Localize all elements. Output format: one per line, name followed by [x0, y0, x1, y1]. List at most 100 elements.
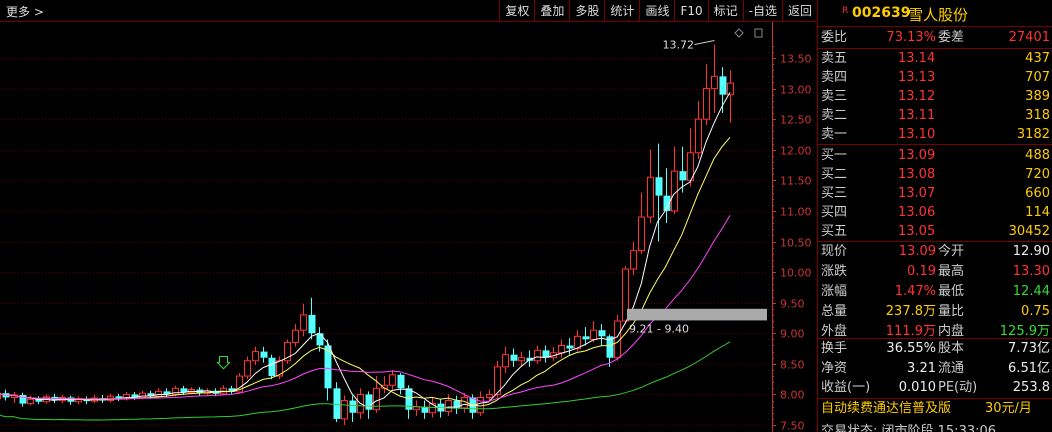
diamond-icon — [734, 28, 744, 38]
price-tick-label: 10.50 — [780, 237, 812, 250]
ask-row[interactable]: 卖四 13.13 707 — [818, 68, 1052, 88]
candle-body-down — [349, 400, 357, 413]
draw-line-button[interactable]: 画线 — [639, 0, 674, 22]
ad-price[interactable]: 30元/月 — [985, 399, 1032, 419]
liutong-label: 流通 — [938, 361, 965, 376]
candle-body-down — [268, 357, 276, 377]
candle-body-up — [300, 314, 307, 331]
ask-level-label: 卖三 — [821, 89, 848, 104]
huanshou-value: 36.55% — [886, 341, 936, 356]
ask-volume: 389 — [1025, 89, 1050, 104]
chart-toolbar: 更多 > 复权 叠加 多股 统计 画线 F10 标记 -自选 返回 — [0, 0, 817, 22]
quote-panel: R 002639 雪人股份 委比 73.13% 委差 27401 卖五 13.14… — [817, 0, 1052, 432]
guben-value: 7.73亿 — [1008, 341, 1050, 356]
price-tick-label: 7.50 — [780, 420, 805, 432]
candle-body-down — [566, 345, 574, 349]
candle-body-up — [155, 390, 162, 397]
candle-body-up — [172, 387, 179, 395]
weicha-value: 27401 — [1008, 30, 1050, 45]
candle-body-up — [711, 75, 718, 90]
bid-row[interactable]: 买三 13.07 660 — [818, 184, 1052, 204]
mark-button[interactable]: 标记 — [707, 0, 743, 22]
price-tick-label: 8.50 — [780, 359, 805, 372]
multi-stock-button[interactable]: 多股 — [569, 0, 604, 22]
bid-price: 13.05 — [898, 224, 936, 239]
ask-volume: 318 — [1025, 108, 1050, 123]
ask-row[interactable]: 卖二 13.11 318 — [818, 106, 1052, 126]
candle-body-up — [486, 393, 493, 398]
bid-volume: 660 — [1025, 186, 1050, 201]
guben-label: 股本 — [938, 341, 965, 356]
bid-volume: 720 — [1025, 167, 1050, 182]
ask-row[interactable]: 卖三 13.12 389 — [818, 87, 1052, 107]
ask-level-label: 卖五 — [821, 51, 848, 66]
stock-name: 雪人股份 — [908, 6, 969, 24]
candle-body-up — [244, 360, 251, 377]
zuidi-value: 12.44 — [1012, 284, 1050, 299]
candle-body-down — [260, 351, 268, 358]
price-tick-label: 11.00 — [780, 206, 812, 219]
candle-body-down — [324, 345, 332, 389]
fuquan-button[interactable]: 复权 — [499, 0, 534, 22]
candle-body-down — [679, 171, 687, 181]
range-label: 9.21 - 9.40 — [629, 322, 689, 335]
buy-arrow-icon — [216, 355, 231, 370]
shouyi-label: 收益(一) — [821, 380, 871, 395]
zhangdie-value: 0.19 — [907, 264, 936, 279]
candle-body-down — [582, 336, 590, 340]
remove-watchlist-button[interactable]: -自选 — [742, 0, 782, 22]
candle-body-down — [308, 314, 316, 334]
candle-body-up — [727, 82, 734, 96]
quote-row: 换手 36.55% 股本 7.73亿 — [818, 339, 1052, 359]
price-tick-label: 10.00 — [780, 267, 812, 280]
zhangdie-label: 涨跌 — [821, 264, 848, 279]
price-tick-label: 12.50 — [780, 114, 812, 127]
candle-body-down — [510, 354, 518, 361]
candle-body-up — [630, 250, 637, 270]
bid-row[interactable]: 买五 13.05 30452 — [818, 222, 1052, 242]
ask-level-label: 卖四 — [821, 70, 848, 85]
kline-chart[interactable]: 13.50 13.00 12.50 12.00 11.50 11.00 10.50 10.00… — [0, 22, 817, 432]
overlay-button[interactable]: 叠加 — [534, 0, 569, 22]
bid-level-label: 买五 — [821, 224, 848, 239]
jingzi-value: 3.21 — [907, 361, 936, 376]
subscription-ad[interactable]: 自动续费通达信普及版 30元/月 — [818, 399, 1052, 419]
candle-body-up — [389, 374, 396, 386]
bid-level-label: 买三 — [821, 186, 848, 201]
candle-body-up — [695, 118, 702, 154]
bid-row[interactable]: 买四 13.06 114 — [818, 203, 1052, 223]
huanshou-label: 换手 — [821, 341, 848, 356]
more-link[interactable]: 更多 > — [6, 3, 44, 20]
ask-row[interactable]: 卖五 13.14 437 — [818, 49, 1052, 69]
pe-value: 253.8 — [1012, 380, 1050, 395]
bid-volume: 488 — [1025, 148, 1050, 163]
jinkai-value: 12.90 — [1012, 244, 1050, 259]
candle-body-down — [316, 333, 324, 346]
ad-text[interactable]: 自动续费通达信普及版 — [821, 399, 951, 419]
bid-row[interactable]: 买二 13.08 720 — [818, 165, 1052, 185]
back-button[interactable]: 返回 — [781, 0, 817, 22]
margin-badge: R — [842, 6, 849, 16]
pe-label: PE(动) — [938, 380, 978, 395]
candle-body-down — [19, 395, 27, 404]
stats-button[interactable]: 统计 — [604, 0, 639, 22]
jinkai-label: 今开 — [938, 244, 965, 259]
candle-body-up — [558, 344, 565, 354]
candle-body-up — [647, 176, 654, 218]
zuigao-label: 最高 — [938, 264, 965, 279]
candle-body-up — [341, 400, 348, 420]
ask-row[interactable]: 卖一 13.10 3182 — [818, 125, 1052, 145]
f10-button[interactable]: F10 — [674, 0, 707, 22]
bid-row[interactable]: 买一 13.09 488 — [818, 146, 1052, 166]
candle-body-down — [333, 388, 341, 419]
bid-price: 13.07 — [898, 186, 936, 201]
ask-level-label: 卖一 — [821, 127, 848, 142]
zongliang-value: 237.8万 — [885, 304, 936, 319]
toolbar-buttons: 复权 叠加 多股 统计 画线 F10 标记 -自选 返回 — [499, 0, 817, 22]
ask-volume: 437 — [1025, 51, 1050, 66]
price-tick-label: 9.50 — [780, 298, 805, 311]
ask-price: 13.11 — [898, 108, 936, 123]
kline-chart-area[interactable]: 13.50 13.00 12.50 12.00 11.50 11.00 10.50 10.00… — [0, 22, 817, 432]
candle-body-up — [252, 351, 259, 362]
bid-level-label: 买二 — [821, 167, 848, 182]
